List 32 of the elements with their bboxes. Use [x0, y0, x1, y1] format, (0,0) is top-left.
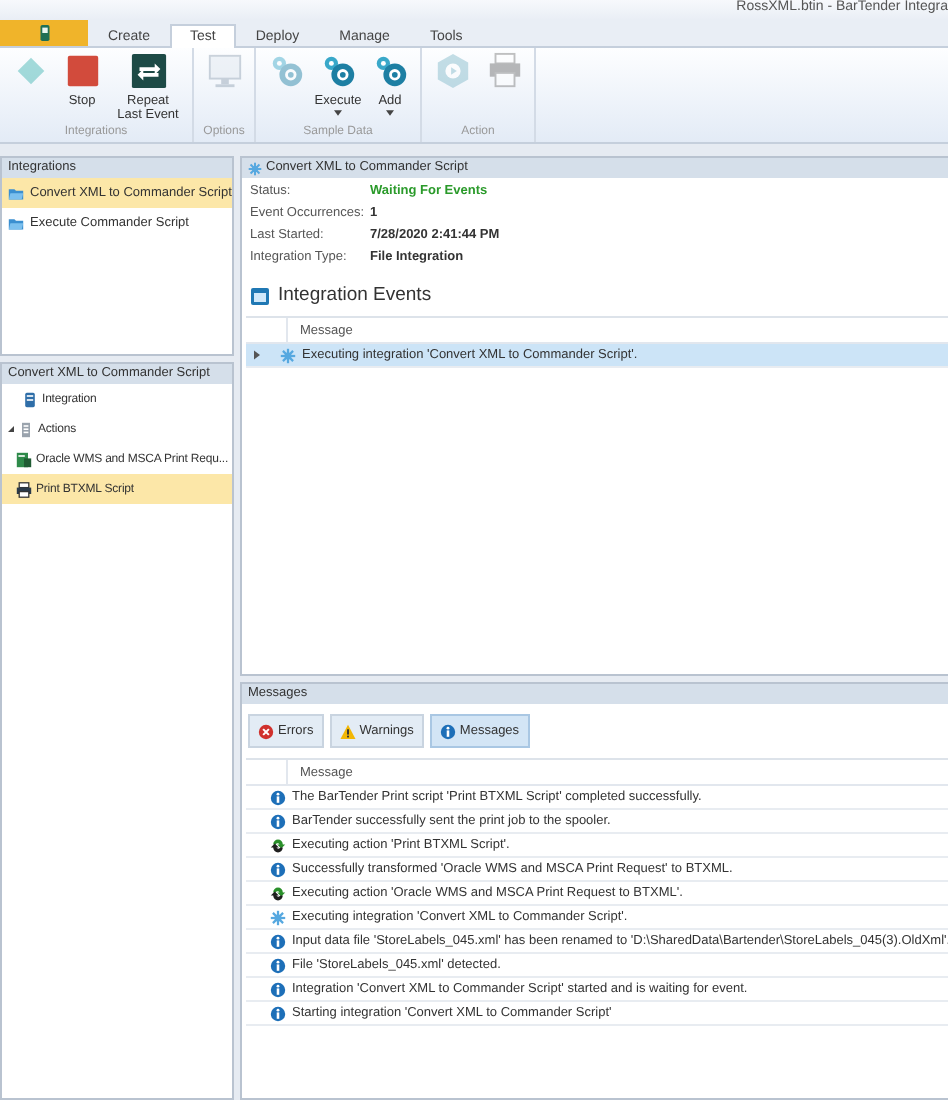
gears-icon — [319, 52, 357, 90]
info-icon — [270, 957, 286, 973]
hexagon-icon — [433, 52, 471, 90]
error-icon — [258, 723, 274, 739]
gears-icon — [267, 52, 305, 90]
repeat-icon — [129, 52, 167, 90]
info-icon — [270, 861, 286, 877]
sun-icon — [270, 909, 286, 925]
expanded-icon — [8, 426, 14, 432]
info-icon — [270, 981, 286, 997]
info-icon — [439, 723, 456, 739]
database-icon — [22, 391, 38, 407]
info-icon — [270, 933, 286, 949]
cycle-arrows-icon — [270, 837, 286, 853]
stop-icon — [63, 52, 101, 90]
printer-icon — [485, 52, 523, 90]
expand-icon — [254, 350, 260, 360]
application-button[interactable] — [0, 20, 88, 46]
info-icon — [270, 813, 286, 829]
sun-icon — [280, 347, 296, 363]
warning-icon — [339, 723, 356, 739]
monitor-icon — [205, 52, 243, 90]
gears-icon — [371, 52, 409, 90]
section-heading: Integration Events — [278, 284, 432, 306]
folder-icon — [8, 185, 24, 201]
cycle-arrows-icon — [270, 885, 286, 901]
info-icon — [270, 789, 286, 805]
info-icon — [270, 1005, 286, 1021]
sun-icon — [248, 161, 262, 175]
calendar-icon — [250, 285, 270, 305]
printer-icon — [16, 481, 32, 497]
folder-icon — [8, 215, 24, 231]
